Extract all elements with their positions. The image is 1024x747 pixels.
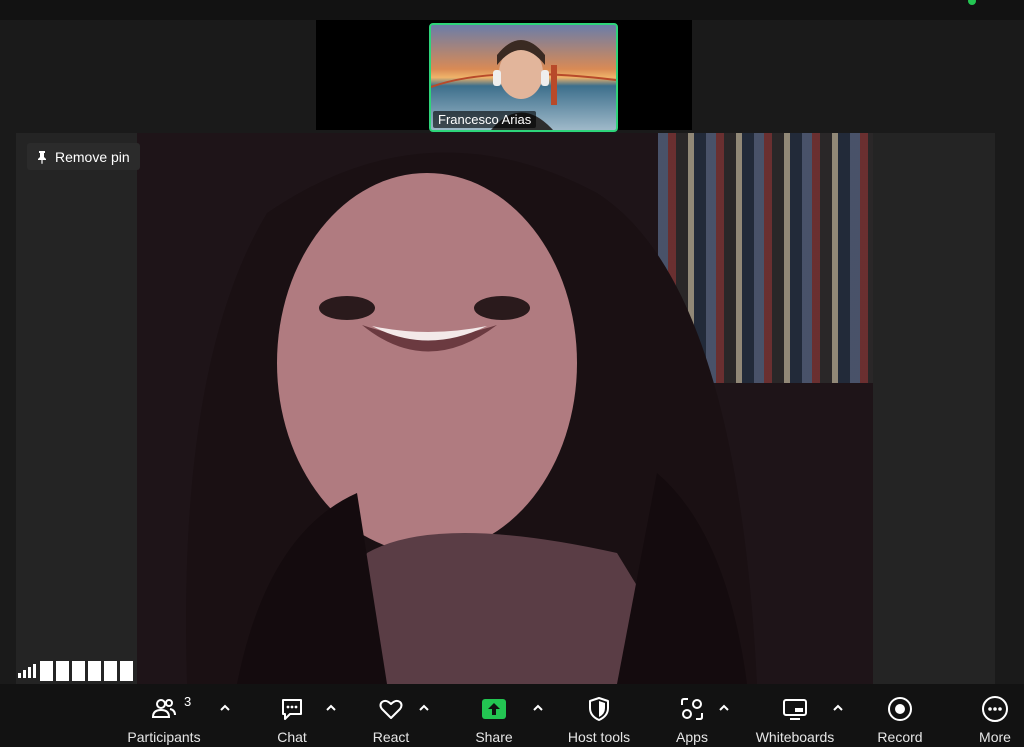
participants-count: 3	[184, 694, 192, 709]
share-label: Share	[475, 729, 513, 745]
caret-up-icon[interactable]	[531, 701, 545, 715]
apps-icon	[681, 698, 703, 720]
caret-up-icon[interactable]	[717, 701, 731, 715]
react-button[interactable]: React	[361, 684, 421, 747]
redacted-name-tag	[40, 661, 133, 681]
chat-icon	[282, 699, 302, 720]
caret-up-icon[interactable]	[831, 701, 845, 715]
host-tools-label: Host tools	[567, 729, 631, 745]
record-button[interactable]: Record	[870, 684, 930, 747]
status-dot	[968, 0, 976, 5]
remove-pin-label: Remove pin	[55, 148, 130, 165]
participant-figure	[186, 152, 757, 684]
react-label: React	[372, 729, 410, 745]
chat-label: Chat	[277, 729, 307, 745]
caret-up-icon[interactable]	[417, 701, 431, 715]
more-button[interactable]: More	[966, 684, 1024, 747]
signal-icon	[18, 664, 36, 678]
participants-button[interactable]: 3 Participants	[118, 684, 210, 747]
caret-up-icon[interactable]	[218, 701, 232, 715]
participant-name-label: Francesco Arias	[433, 111, 537, 128]
whiteboard-icon	[783, 699, 807, 720]
react-icon	[379, 699, 403, 719]
remove-pin-button[interactable]: Remove pin	[27, 143, 140, 170]
share-icon	[482, 699, 506, 719]
host-tools-button[interactable]: Host tools	[560, 684, 638, 747]
participant-thumbnail[interactable]: Francesco Arias	[429, 23, 618, 132]
chat-button[interactable]: Chat	[262, 684, 322, 747]
caret-up-icon[interactable]	[324, 701, 338, 715]
pin-icon	[38, 150, 46, 164]
more-icon	[982, 696, 1008, 722]
apps-label: Apps	[676, 729, 708, 745]
participants-label: Participants	[127, 729, 201, 745]
shield-icon	[589, 697, 609, 721]
record-label: Record	[877, 729, 923, 745]
window-top-bar	[0, 0, 1024, 20]
more-label: More	[979, 729, 1011, 745]
apps-button[interactable]: Apps	[662, 684, 722, 747]
meeting-toolbar: 3 Participants Chat React Share Host too…	[0, 684, 1024, 747]
whiteboards-button[interactable]: Whiteboards	[750, 684, 840, 747]
whiteboards-label: Whiteboards	[755, 729, 835, 745]
participants-icon	[151, 699, 176, 718]
record-icon	[888, 697, 912, 721]
share-button[interactable]: Share	[464, 684, 524, 747]
pinned-video[interactable]	[137, 133, 873, 684]
